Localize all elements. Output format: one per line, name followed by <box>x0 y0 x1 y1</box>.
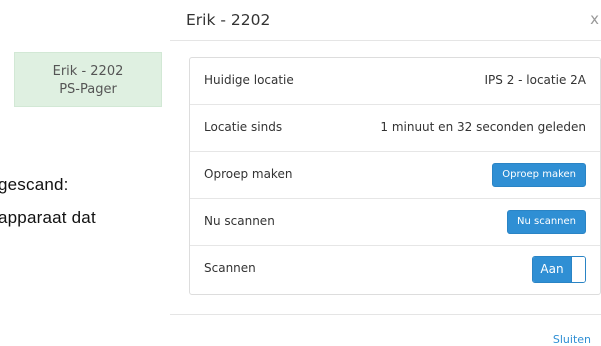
background-card-name: Erik - 2202 <box>52 64 124 79</box>
background-text-line2: apparaat dat <box>0 208 96 227</box>
row-label: Nu scannen <box>204 214 275 228</box>
toggle-on-label: Aan <box>533 257 571 282</box>
row-scan-now: Nu scannen Nu scannen <box>190 199 600 246</box>
row-current-location: Huidige locatie IPS 2 - locatie 2A <box>190 58 600 105</box>
device-modal: Erik - 2202 x Huidige locatie IPS 2 - lo… <box>168 0 601 346</box>
row-label: Locatie sinds <box>204 120 283 134</box>
background-card-type: PS-Pager <box>59 82 117 97</box>
location-since-value: 1 minuut en 32 seconden geleden <box>380 120 586 134</box>
modal-header-divider <box>170 40 601 41</box>
make-call-button[interactable]: Oproep maken <box>492 163 586 187</box>
row-scanning: Scannen Aan <box>190 246 600 293</box>
row-location-since: Locatie sinds 1 minuut en 32 seconden ge… <box>190 105 600 152</box>
background-text-line1: gescand: <box>0 175 69 194</box>
modal-footer-divider <box>170 314 601 315</box>
details-panel: Huidige locatie IPS 2 - locatie 2A Locat… <box>189 57 601 295</box>
row-make-call: Oproep maken Oproep maken <box>190 152 600 199</box>
row-label: Scannen <box>204 261 256 275</box>
close-icon[interactable]: x <box>590 10 599 28</box>
close-link[interactable]: Sluiten <box>553 333 591 346</box>
scanning-toggle[interactable]: Aan <box>532 256 586 283</box>
background-device-card[interactable]: Erik - 2202 PS-Pager <box>14 52 162 107</box>
row-label: Oproep maken <box>204 167 293 181</box>
row-label: Huidige locatie <box>204 73 294 87</box>
scan-now-button[interactable]: Nu scannen <box>507 210 586 234</box>
modal-title: Erik - 2202 <box>186 11 271 29</box>
toggle-knob <box>571 257 585 282</box>
current-location-value: IPS 2 - locatie 2A <box>484 73 586 87</box>
